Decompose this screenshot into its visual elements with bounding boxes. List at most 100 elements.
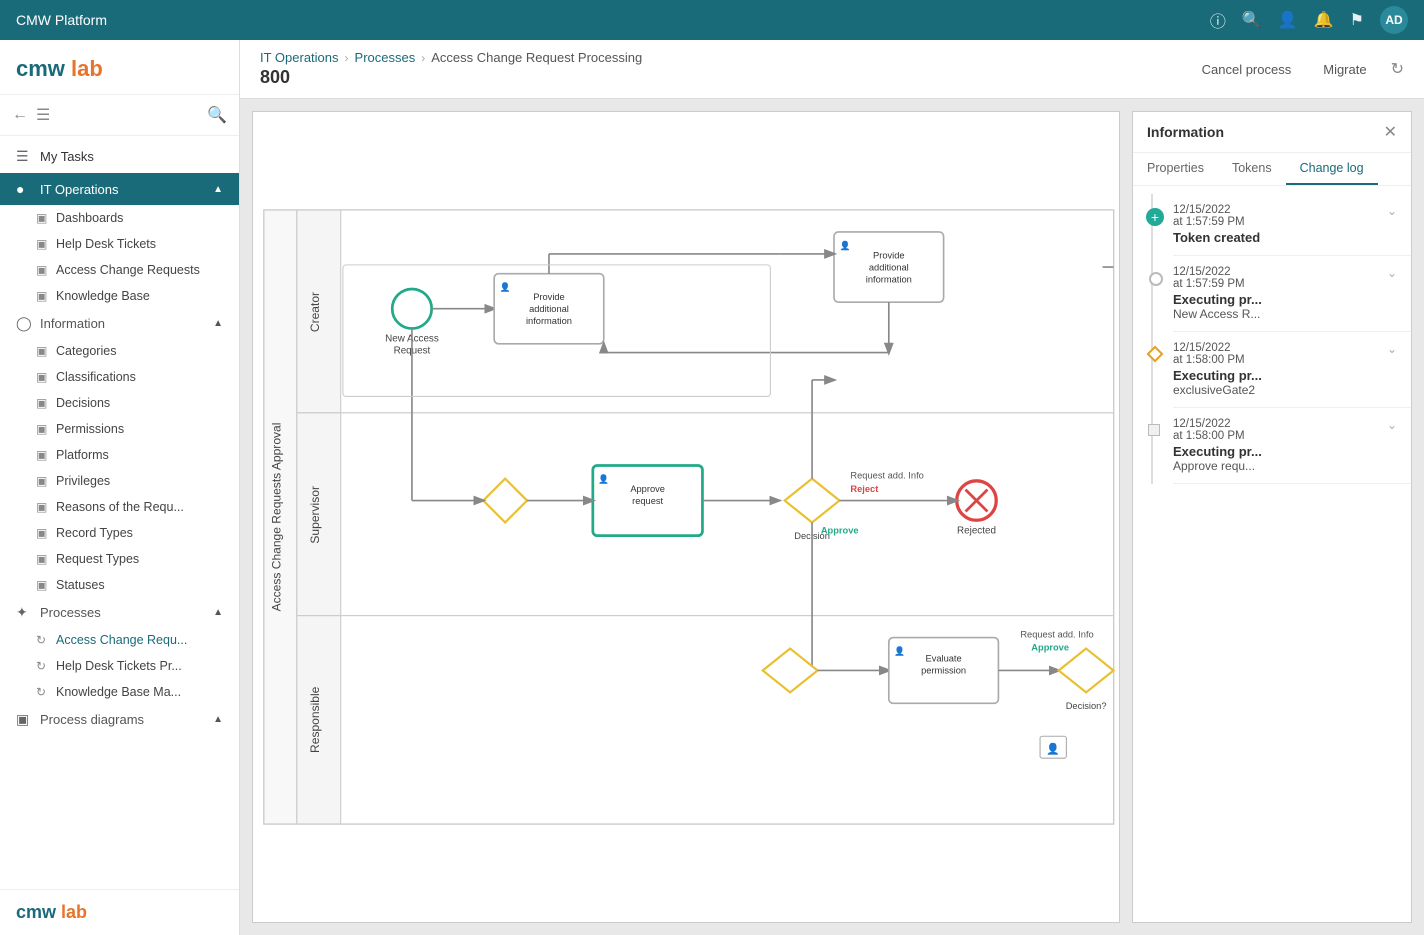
help-desk-icon: ▣: [36, 237, 50, 251]
cancel-process-button[interactable]: Cancel process: [1194, 58, 1300, 81]
knowledge-base-label: Knowledge Base: [56, 289, 150, 303]
process-id: 800: [260, 67, 642, 88]
sidebar-footer: cmw lab: [0, 889, 239, 935]
sidebar-item-platforms[interactable]: ▣ Platforms: [0, 442, 239, 468]
timeline-diamond-dot: [1147, 346, 1164, 363]
changelog-sub-4: Approve requ...: [1173, 459, 1262, 473]
changelog-sub-3: exclusiveGate2: [1173, 383, 1262, 397]
sidebar-item-decisions[interactable]: ▣ Decisions: [0, 390, 239, 416]
sidebar-list-icon[interactable]: ☰: [36, 105, 50, 125]
changelog-time-2: at 1:57:59 PM: [1173, 278, 1262, 290]
help-desk-label: Help Desk Tickets: [56, 237, 156, 251]
changelog-item-2: 12/15/2022 at 1:57:59 PM Executing pr...…: [1173, 256, 1411, 332]
sidebar-item-record-types[interactable]: ▣ Record Types: [0, 520, 239, 546]
tab-change-log[interactable]: Change log: [1286, 153, 1378, 185]
sidebar-item-help-desk-process[interactable]: ↻ Help Desk Tickets Pr...: [0, 653, 239, 679]
information-section-icon: ◯: [16, 315, 32, 332]
svg-text:👤: 👤: [500, 282, 511, 292]
platforms-label: Platforms: [56, 448, 109, 462]
svg-text:👤: 👤: [598, 474, 609, 484]
changelog-expand-2[interactable]: ⌄: [1387, 266, 1397, 280]
sidebar-item-permissions[interactable]: ▣ Permissions: [0, 416, 239, 442]
request-types-label: Request Types: [56, 552, 139, 566]
sidebar-item-reasons[interactable]: ▣ Reasons of the Requ...: [0, 494, 239, 520]
process-diagrams-icon: ▣: [16, 711, 32, 728]
info-panel: Information ✕ Properties Tokens Change l…: [1132, 111, 1412, 923]
changelog-sub-2: New Access R...: [1173, 307, 1262, 321]
dashboards-label: Dashboards: [56, 211, 123, 225]
tasks-icon: ☰: [16, 148, 32, 165]
sidebar-item-knowledge-base[interactable]: ▣ Knowledge Base: [0, 283, 239, 309]
sidebar-item-privileges[interactable]: ▣ Privileges: [0, 468, 239, 494]
sidebar-search-icon[interactable]: 🔍: [207, 105, 227, 125]
changelog-title-2: Executing pr...: [1173, 292, 1262, 307]
svg-text:Approve: Approve: [1031, 643, 1069, 653]
tab-tokens[interactable]: Tokens: [1218, 153, 1286, 185]
sidebar-item-statuses[interactable]: ▣ Statuses: [0, 572, 239, 598]
svg-text:Approve: Approve: [630, 484, 665, 494]
main-layout: cmw lab ← ☰ 🔍 ☰ My Tasks ● IT Operations…: [0, 40, 1424, 935]
flag-icon[interactable]: ⚑: [1350, 10, 1364, 30]
changelog-expand-1[interactable]: ⌄: [1387, 204, 1397, 218]
history-icon[interactable]: ↻: [1391, 59, 1404, 79]
knowledge-base-process-icon: ↻: [36, 685, 50, 699]
svg-text:Creator: Creator: [308, 292, 322, 332]
tab-properties[interactable]: Properties: [1133, 153, 1218, 185]
sidebar-item-categories[interactable]: ▣ Categories: [0, 338, 239, 364]
processes-arrow: ▲: [213, 607, 223, 618]
information-arrow: ▲: [213, 318, 223, 329]
changelog-date-4: 12/15/2022: [1173, 418, 1262, 430]
changelog-item-4: 12/15/2022 at 1:58:00 PM Executing pr...…: [1173, 408, 1411, 484]
breadcrumb-sep-1: ›: [345, 51, 349, 65]
users-icon[interactable]: 👤: [1278, 10, 1298, 30]
processes-label: Processes: [40, 605, 101, 620]
sidebar-item-request-types[interactable]: ▣ Request Types: [0, 546, 239, 572]
sidebar-item-access-change[interactable]: ▣ Access Change Requests: [0, 257, 239, 283]
my-tasks-label: My Tasks: [40, 149, 94, 164]
sidebar-item-dashboards[interactable]: ▣ Dashboards: [0, 205, 239, 231]
timeline-circle-dot: [1149, 272, 1163, 286]
info-panel-close-button[interactable]: ✕: [1384, 122, 1397, 142]
help-icon[interactable]: ⓘ: [1210, 8, 1226, 32]
svg-text:Provide: Provide: [533, 292, 565, 302]
app-title: CMW Platform: [16, 12, 107, 28]
it-ops-icon: ●: [16, 181, 32, 197]
breadcrumb-processes[interactable]: Processes: [355, 50, 416, 65]
reasons-icon: ▣: [36, 500, 50, 514]
sidebar-section-process-diagrams[interactable]: ▣ Process diagrams ▲: [0, 705, 239, 734]
svg-text:additional: additional: [869, 262, 909, 272]
topbar: CMW Platform ⓘ 🔍 👤 🔔 ⚑ AD: [0, 0, 1424, 40]
main-area: Access Change Requests Approval Creator …: [240, 99, 1424, 935]
sidebar-item-my-tasks[interactable]: ☰ My Tasks: [0, 140, 239, 173]
changelog-expand-3[interactable]: ⌄: [1387, 342, 1397, 356]
breadcrumb-it-ops[interactable]: IT Operations: [260, 50, 339, 65]
sidebar-item-knowledge-base-process[interactable]: ↻ Knowledge Base Ma...: [0, 679, 239, 705]
platforms-icon: ▣: [36, 448, 50, 462]
changelog-expand-4[interactable]: ⌄: [1387, 418, 1397, 432]
sidebar-section-information[interactable]: ◯ Information ▲: [0, 309, 239, 338]
privileges-label: Privileges: [56, 474, 110, 488]
logo-lab: lab: [71, 56, 103, 81]
breadcrumb-current: Access Change Request Processing: [431, 50, 642, 65]
topbar-icons: ⓘ 🔍 👤 🔔 ⚑ AD: [1210, 6, 1408, 34]
svg-text:Request add. Info: Request add. Info: [850, 471, 923, 481]
sidebar-item-classifications[interactable]: ▣ Classifications: [0, 364, 239, 390]
sidebar-section-processes[interactable]: ✦ Processes ▲: [0, 598, 239, 627]
svg-text:Access Change Requests Approva: Access Change Requests Approval: [269, 423, 283, 612]
sidebar-collapse-icon[interactable]: ←: [12, 106, 28, 124]
statuses-icon: ▣: [36, 578, 50, 592]
migrate-button[interactable]: Migrate: [1315, 58, 1374, 81]
categories-icon: ▣: [36, 344, 50, 358]
breadcrumb-section: IT Operations › Processes › Access Chang…: [260, 50, 642, 88]
sidebar-item-access-change-process[interactable]: ↻ Access Change Requ...: [0, 627, 239, 653]
svg-text:Reject: Reject: [850, 484, 878, 494]
user-avatar[interactable]: AD: [1380, 6, 1408, 34]
content-area: IT Operations › Processes › Access Chang…: [240, 40, 1424, 935]
changelog-title-4: Executing pr...: [1173, 444, 1262, 459]
diagram-canvas[interactable]: Access Change Requests Approval Creator …: [252, 111, 1120, 923]
bell-icon[interactable]: 🔔: [1314, 10, 1334, 30]
sidebar-item-help-desk[interactable]: ▣ Help Desk Tickets: [0, 231, 239, 257]
access-change-icon: ▣: [36, 263, 50, 277]
sidebar-item-it-operations[interactable]: ● IT Operations ▲: [0, 173, 239, 205]
search-icon[interactable]: 🔍: [1242, 10, 1262, 30]
